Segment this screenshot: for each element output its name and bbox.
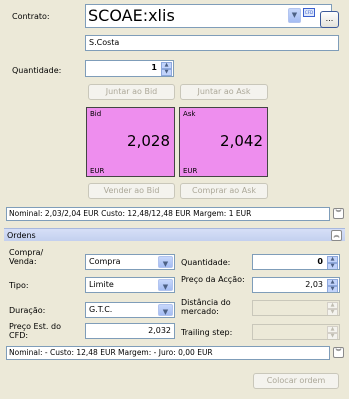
quantity-value: 1	[151, 63, 157, 72]
join-bid-button[interactable]: Juntar ao Bid	[88, 84, 175, 100]
order-qty-value: 0	[317, 257, 323, 266]
chevron-down-icon[interactable]: ▼	[158, 279, 173, 291]
bid-value: 2,028	[127, 132, 170, 150]
buy-sell-label: Compra/ Venda:	[9, 248, 44, 266]
order-qty-stepper[interactable]: 0 ▲ ▼	[252, 254, 340, 270]
quantity-label: Quantidade:	[12, 66, 62, 75]
chevron-down-icon[interactable]: ▼	[158, 304, 173, 316]
spin-down-icon[interactable]: ▼	[327, 286, 338, 292]
spin-down-icon[interactable]: ▼	[161, 69, 172, 76]
order-qty-label: Quantidade:	[181, 258, 231, 267]
spin-up-icon[interactable]: ▲	[327, 279, 338, 286]
sell-bid-button[interactable]: Vender ao Bid	[88, 183, 175, 199]
type-value: Limite	[89, 280, 114, 289]
duration-select[interactable]: G.T.C. ▼	[85, 302, 175, 318]
type-label: Tipo:	[9, 281, 29, 290]
quantity-spin[interactable]: ▲ ▼	[161, 62, 172, 76]
distance-stepper[interactable]: ▲ ▼	[252, 300, 340, 316]
price-spin[interactable]: ▲ ▼	[327, 279, 338, 292]
duration-value: G.T.C.	[89, 305, 113, 314]
order-qty-spin[interactable]: ▲ ▼	[327, 256, 338, 269]
cfd-icon: CFD	[303, 8, 315, 17]
expand-chevron-icon[interactable]: ︾	[333, 347, 344, 358]
trailing-stepper[interactable]: ▲ ▼	[252, 324, 340, 340]
contract-dropdown-button[interactable]: ▼	[288, 8, 301, 23]
spin-down-icon[interactable]: ▼	[327, 333, 338, 339]
buy-sell-select[interactable]: Compra ▼	[85, 254, 175, 270]
contract-value: SCOAE:xlis	[88, 6, 175, 25]
trailing-label: Trailing step:	[181, 328, 233, 337]
orders-header: Ordens ︽	[4, 228, 345, 241]
contract-ellipsis-button[interactable]: ...	[320, 11, 339, 28]
orders-title: Ordens	[7, 231, 36, 240]
price-label: Preço da Acção:	[181, 275, 245, 284]
spin-down-icon[interactable]: ▼	[327, 263, 338, 269]
spin-down-icon[interactable]: ▼	[327, 309, 338, 315]
price-value: 2,03	[305, 280, 323, 289]
price-stepper[interactable]: 2,03 ▲ ▼	[252, 277, 340, 293]
buy-ask-button[interactable]: Comprar ao Ask	[180, 183, 268, 199]
contract-input[interactable]: SCOAE:xlis ▼ CFD	[85, 4, 332, 28]
ask-value: 2,042	[220, 132, 263, 150]
chevron-down-icon[interactable]: ▼	[158, 256, 173, 268]
order-summary: Nominal: - Custo: 12,48 EUR Margem: - Ju…	[6, 346, 330, 360]
collapse-chevron-icon[interactable]: ︽	[331, 230, 342, 241]
bid-label: Bid	[90, 110, 102, 118]
trailing-spin[interactable]: ▲ ▼	[327, 326, 338, 339]
contract-label: Contrato:	[12, 12, 50, 21]
place-order-button[interactable]: Colocar ordem	[253, 373, 339, 389]
type-select[interactable]: Limite ▼	[85, 277, 175, 293]
cfd-price-field: 2,032	[85, 323, 175, 339]
spin-up-icon[interactable]: ▲	[327, 302, 338, 309]
bid-currency: EUR	[90, 167, 105, 175]
ask-label: Ask	[183, 110, 196, 118]
quote-summary: Nominal: 2,03/2,04 EUR Custo: 12,48/12,4…	[6, 207, 330, 221]
spin-up-icon[interactable]: ▲	[161, 62, 172, 69]
duration-label: Duração:	[9, 306, 46, 315]
expand-chevron-icon[interactable]: ︾	[333, 208, 344, 219]
spin-up-icon[interactable]: ▲	[327, 256, 338, 263]
account-field[interactable]: S.Costa	[85, 35, 339, 51]
ask-currency: EUR	[183, 167, 198, 175]
quantity-stepper[interactable]: 1 ▲ ▼	[85, 60, 174, 77]
join-ask-button[interactable]: Juntar ao Ask	[180, 84, 268, 100]
cfd-price-label: Preço Est. do CFD:	[9, 322, 61, 340]
distance-spin[interactable]: ▲ ▼	[327, 302, 338, 315]
distance-label: Distância do mercado:	[181, 298, 231, 316]
spin-up-icon[interactable]: ▲	[327, 326, 338, 333]
buy-sell-value: Compra	[89, 257, 121, 266]
ask-panel[interactable]: Ask 2,042 EUR	[179, 107, 268, 177]
bid-panel[interactable]: Bid 2,028 EUR	[86, 107, 175, 177]
